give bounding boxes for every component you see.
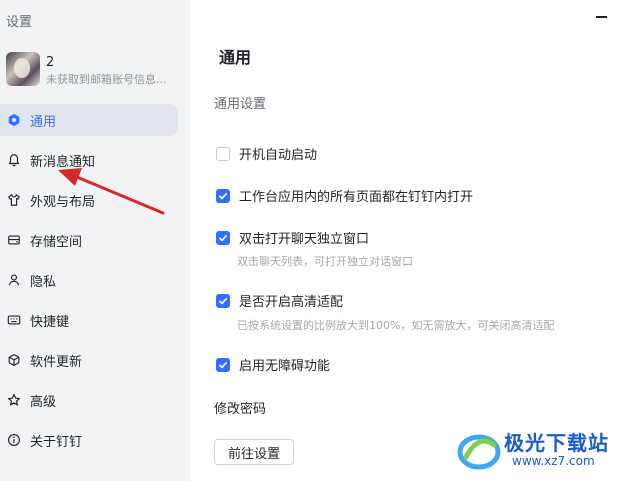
watermark-logo-icon	[457, 434, 501, 470]
watermark-name: 极光下载站	[504, 431, 609, 455]
annotation-arrow-icon	[58, 168, 165, 215]
watermark-url: www.xz7.com	[512, 454, 595, 468]
watermark: 极光下载站 www.xz7.com	[456, 427, 616, 475]
